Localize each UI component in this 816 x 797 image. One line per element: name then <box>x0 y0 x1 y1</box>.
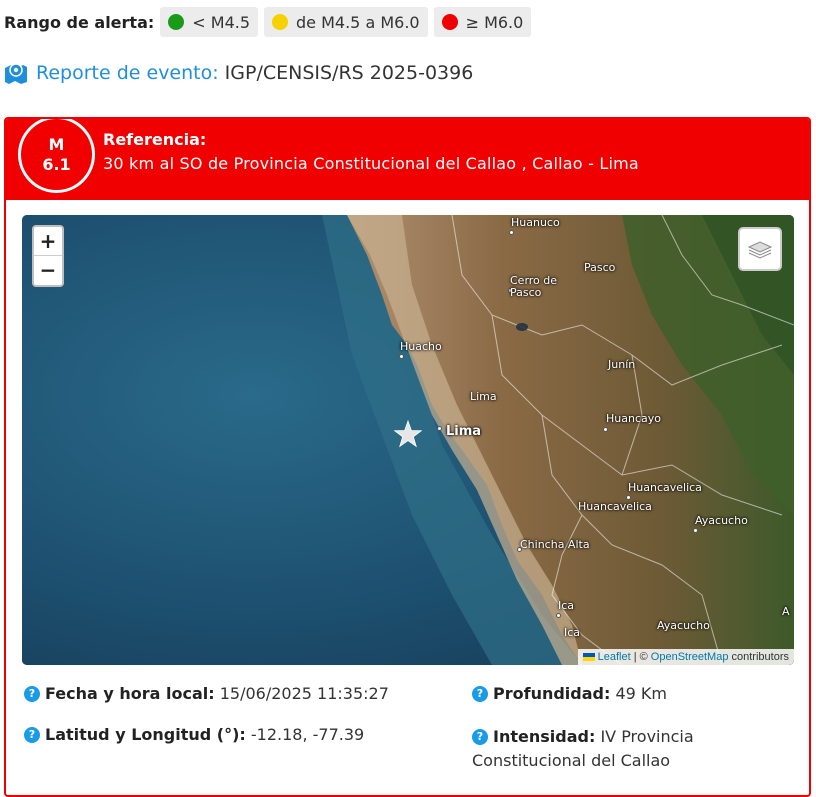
layers-icon <box>747 241 773 259</box>
osm-link[interactable]: OpenStreetMap <box>651 651 729 663</box>
city-label: Ica <box>558 599 575 612</box>
city-label: Pasco <box>510 286 542 299</box>
magnitude-value: 6.1 <box>42 155 71 174</box>
city-dot <box>693 528 698 533</box>
alert-chip-label: < M4.5 <box>192 12 251 32</box>
report-code: IGP/CENSIS/RS 2025-0396 <box>224 62 474 84</box>
reference-title: Referencia: <box>103 130 207 149</box>
map-marker-icon <box>5 63 27 84</box>
leaflet-link[interactable]: Leaflet <box>598 651 631 663</box>
city-label: Huancavelica <box>578 500 652 513</box>
intensity-value-line1: IV Provincia <box>600 727 694 746</box>
help-icon[interactable]: ? <box>24 685 40 702</box>
depth-label: Profundidad: <box>493 684 611 703</box>
city-label: Lima <box>470 390 497 403</box>
coords-label: Latitud y Longitud (°): <box>45 725 246 744</box>
magnitude-prefix: M <box>48 135 65 154</box>
city-dot <box>603 427 608 432</box>
city-dot <box>509 230 514 235</box>
event-map[interactable]: Huanuco Pasco Cerro de Pasco Huacho Juní… <box>22 215 794 665</box>
coords-value: -12.18, -77.39 <box>250 725 365 744</box>
alert-chip-medium: de M4.5 a M6.0 <box>264 7 428 37</box>
alert-range-title: Rango de alerta: <box>4 12 155 32</box>
report-label: Reporte de evento: <box>36 62 219 84</box>
city-label: A <box>782 605 790 618</box>
city-label: Lima <box>446 424 482 439</box>
detail-coordinates: ? Latitud y Longitud (°): -12.18, -77.39 <box>24 725 364 744</box>
detail-depth: ? Profundidad: 49 Km <box>472 684 667 703</box>
alert-chip-label: ≥ M6.0 <box>465 12 524 32</box>
green-dot-icon <box>168 14 185 30</box>
alert-chip-low: < M4.5 <box>160 7 259 37</box>
magnitude-badge: M 6.1 <box>18 119 95 193</box>
map-terrain <box>22 215 794 665</box>
help-icon[interactable]: ? <box>472 728 488 745</box>
intensity-value-line2: Constitucional del Callao <box>472 751 671 770</box>
intensity-label: Intensidad: <box>493 727 596 746</box>
layers-button[interactable] <box>738 227 782 271</box>
help-icon[interactable]: ? <box>472 685 488 702</box>
event-card: M 6.1 Referencia: 30 km al SO de Provinc… <box>4 117 811 797</box>
city-label: Huancayo <box>606 412 661 425</box>
zoom-in-button[interactable]: + <box>34 227 62 256</box>
help-icon[interactable]: ? <box>24 726 40 743</box>
datetime-label: Fecha y hora local: <box>45 684 215 703</box>
city-label: Huacho <box>400 340 442 353</box>
city-label: Huancavelica <box>628 481 702 494</box>
alert-chip-high: ≥ M6.0 <box>433 7 532 37</box>
ukraine-flag-icon <box>582 653 595 662</box>
depth-value: 49 Km <box>615 684 668 703</box>
alert-range-legend: Rango de alerta: < M4.5 de M4.5 a M6.0 ≥… <box>4 7 537 37</box>
city-dot <box>399 354 404 359</box>
city-dot <box>437 426 442 431</box>
attribution-rest: contributors <box>731 651 789 663</box>
city-label: Junín <box>608 358 636 371</box>
city-label: Ayacucho <box>695 514 748 527</box>
attribution-separator: | © <box>633 651 648 663</box>
detail-intensity: ? Intensidad: IV Provincia Constitucional… <box>472 725 694 773</box>
datetime-value: 15/06/2025 11:35:27 <box>219 684 389 703</box>
city-label: Ica <box>564 626 581 639</box>
city-label: Chincha Alta <box>520 538 590 551</box>
yellow-dot-icon <box>272 14 289 30</box>
reference-text: 30 km al SO de Provincia Constitucional … <box>103 154 639 173</box>
alert-chip-label: de M4.5 a M6.0 <box>296 12 420 32</box>
map-attribution: Leaflet | © OpenStreetMap contributors <box>577 649 794 665</box>
map-zoom-control: + − <box>32 225 64 287</box>
city-dot <box>556 613 561 618</box>
event-card-header: M 6.1 Referencia: 30 km al SO de Provinc… <box>6 119 809 200</box>
city-label: Pasco <box>584 261 616 274</box>
red-dot-icon <box>441 14 458 30</box>
city-label: Ayacucho <box>657 619 710 632</box>
city-label: Huanuco <box>511 216 560 229</box>
event-report-line: Reporte de evento: IGP/CENSIS/RS 2025-03… <box>4 62 473 84</box>
zoom-out-button[interactable]: − <box>34 256 62 285</box>
detail-datetime: ? Fecha y hora local: 15/06/2025 11:35:27 <box>24 684 389 703</box>
